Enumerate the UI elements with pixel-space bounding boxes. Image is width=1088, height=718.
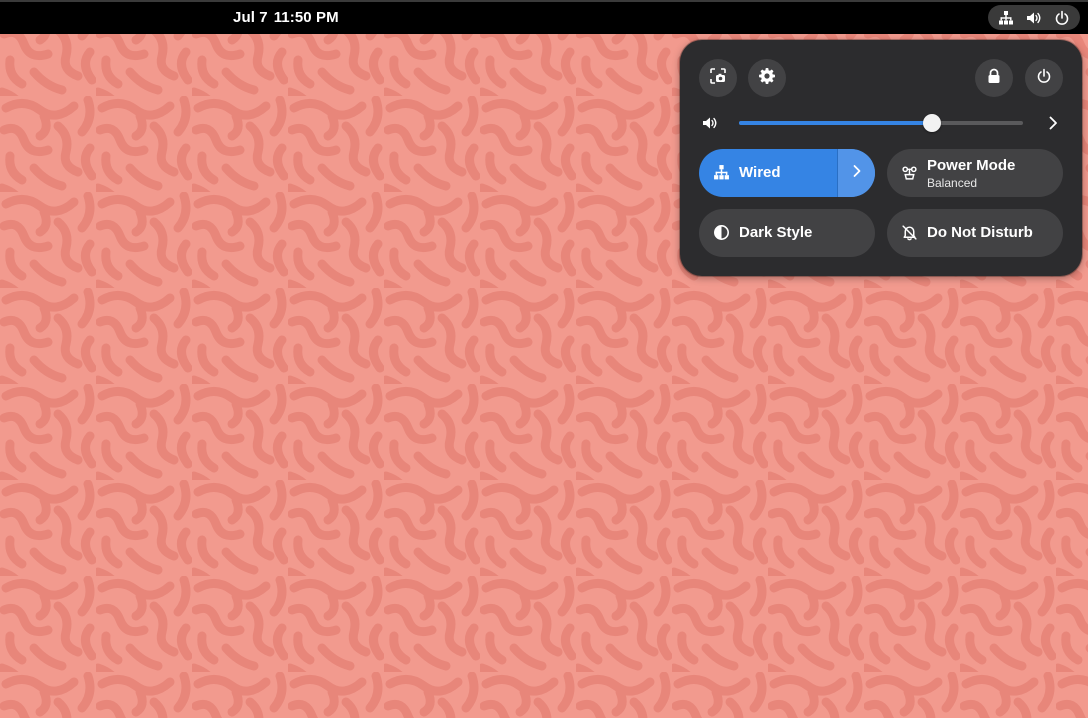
- screenshot-button[interactable]: [699, 59, 737, 97]
- power-mode-toggle[interactable]: Power Mode Balanced: [887, 149, 1063, 197]
- dark-style-toggle[interactable]: Dark Style: [699, 209, 875, 257]
- system-status-menu-button[interactable]: [988, 5, 1080, 30]
- screenshot-icon: [709, 67, 727, 90]
- settings-gear-icon: [758, 67, 776, 90]
- volume-row: [698, 110, 1064, 136]
- power-icon: [1036, 68, 1052, 89]
- volume-slider[interactable]: [739, 114, 1023, 132]
- lock-screen-button[interactable]: [975, 59, 1013, 97]
- lock-icon: [986, 68, 1002, 89]
- volume-icon: [1026, 10, 1042, 26]
- clock-button[interactable]: Jul 7 11:50 PM: [233, 9, 339, 26]
- wired-network-toggle: Wired: [699, 149, 875, 197]
- volume-slider-handle[interactable]: [923, 114, 941, 132]
- network-wired-icon: [998, 10, 1014, 26]
- do-not-disturb-toggle[interactable]: Do Not Disturb: [887, 209, 1063, 257]
- do-not-disturb-label: Do Not Disturb: [927, 224, 1033, 241]
- clock-time: 11:50 PM: [273, 9, 339, 26]
- top-bar: Jul 7 11:50 PM: [0, 0, 1088, 34]
- power-mode-label: Power Mode: [927, 157, 1016, 174]
- chevron-right-icon: [850, 163, 864, 184]
- clock-date: Jul 7: [233, 9, 268, 26]
- wired-toggle-button[interactable]: Wired: [699, 149, 837, 197]
- wired-tile-label: Wired: [739, 164, 781, 181]
- quick-settings-panel: Wired Power Mode Balanced Dark Style Do …: [680, 40, 1082, 276]
- dark-style-label: Dark Style: [739, 224, 813, 241]
- network-wired-icon: [713, 164, 730, 186]
- power-profile-icon: [901, 164, 918, 186]
- volume-slider-fill: [739, 121, 932, 125]
- power-icon: [1054, 10, 1070, 26]
- desktop: Jul 7 11:50 PM Wired Power Mode Balanced…: [0, 0, 1088, 718]
- dark-mode-icon: [713, 224, 730, 246]
- wired-expand-button[interactable]: [838, 149, 875, 197]
- volume-high-icon[interactable]: [702, 115, 719, 136]
- power-off-button[interactable]: [1025, 59, 1063, 97]
- settings-button[interactable]: [748, 59, 786, 97]
- power-mode-subtitle: Balanced: [927, 176, 978, 190]
- chevron-right-icon[interactable]: [1044, 114, 1062, 137]
- bell-off-icon: [901, 224, 918, 246]
